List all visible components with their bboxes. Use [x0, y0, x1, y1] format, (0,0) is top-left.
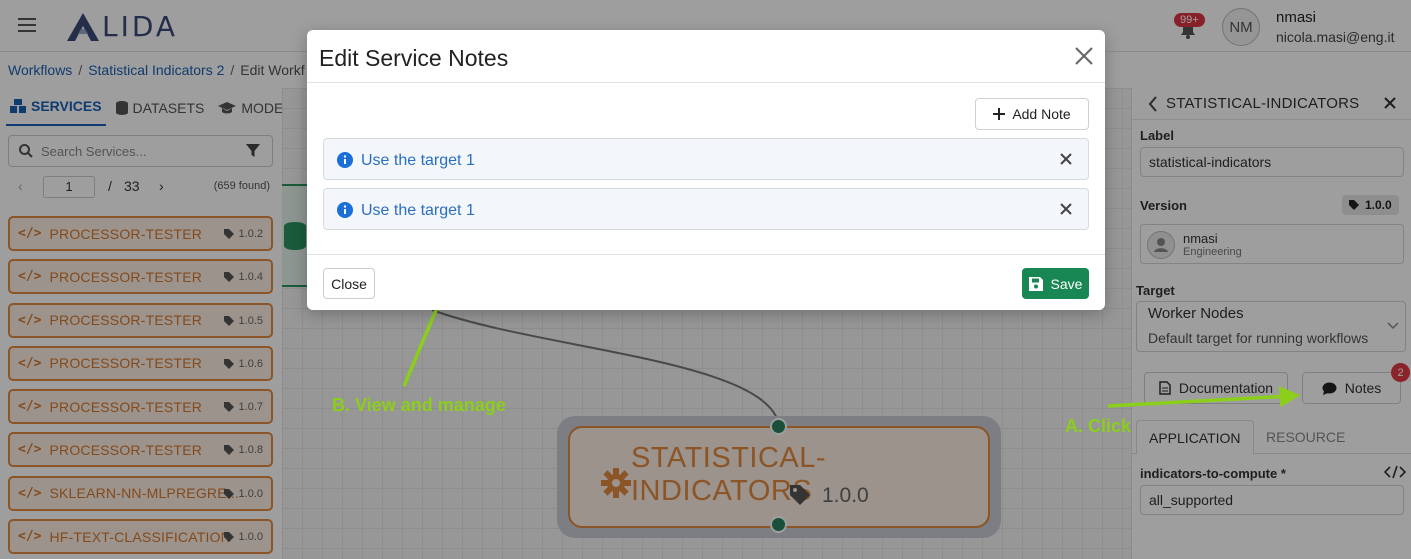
modal-header: Edit Service Notes	[307, 30, 1105, 83]
add-note-label: Add Note	[1012, 106, 1071, 122]
close-button[interactable]: Close	[323, 268, 375, 299]
annotation-view-manage: B. View and manage	[332, 395, 506, 415]
info-icon	[337, 152, 353, 168]
annotation-click: A. Click	[1065, 416, 1132, 436]
floppy-disk-icon	[1028, 276, 1043, 291]
close-icon[interactable]	[1075, 47, 1093, 65]
note-item[interactable]: Use the target 1	[323, 188, 1089, 230]
note-text[interactable]: Use the target 1	[361, 152, 475, 170]
remove-note-icon[interactable]	[1060, 203, 1072, 215]
plus-icon	[993, 108, 1006, 120]
remove-note-icon[interactable]	[1060, 153, 1072, 165]
note-item[interactable]: Use the target 1	[323, 138, 1089, 180]
modal-footer: Close Save	[307, 254, 1105, 310]
save-button-label: Save	[1050, 275, 1083, 292]
info-icon	[337, 202, 353, 218]
edit-notes-modal: Edit Service Notes Add Note Use the targ…	[307, 30, 1105, 310]
add-note-button[interactable]: Add Note	[975, 98, 1089, 130]
modal-title: Edit Service Notes	[319, 45, 509, 71]
save-button[interactable]: Save	[1022, 268, 1089, 299]
note-text[interactable]: Use the target 1	[361, 202, 475, 220]
